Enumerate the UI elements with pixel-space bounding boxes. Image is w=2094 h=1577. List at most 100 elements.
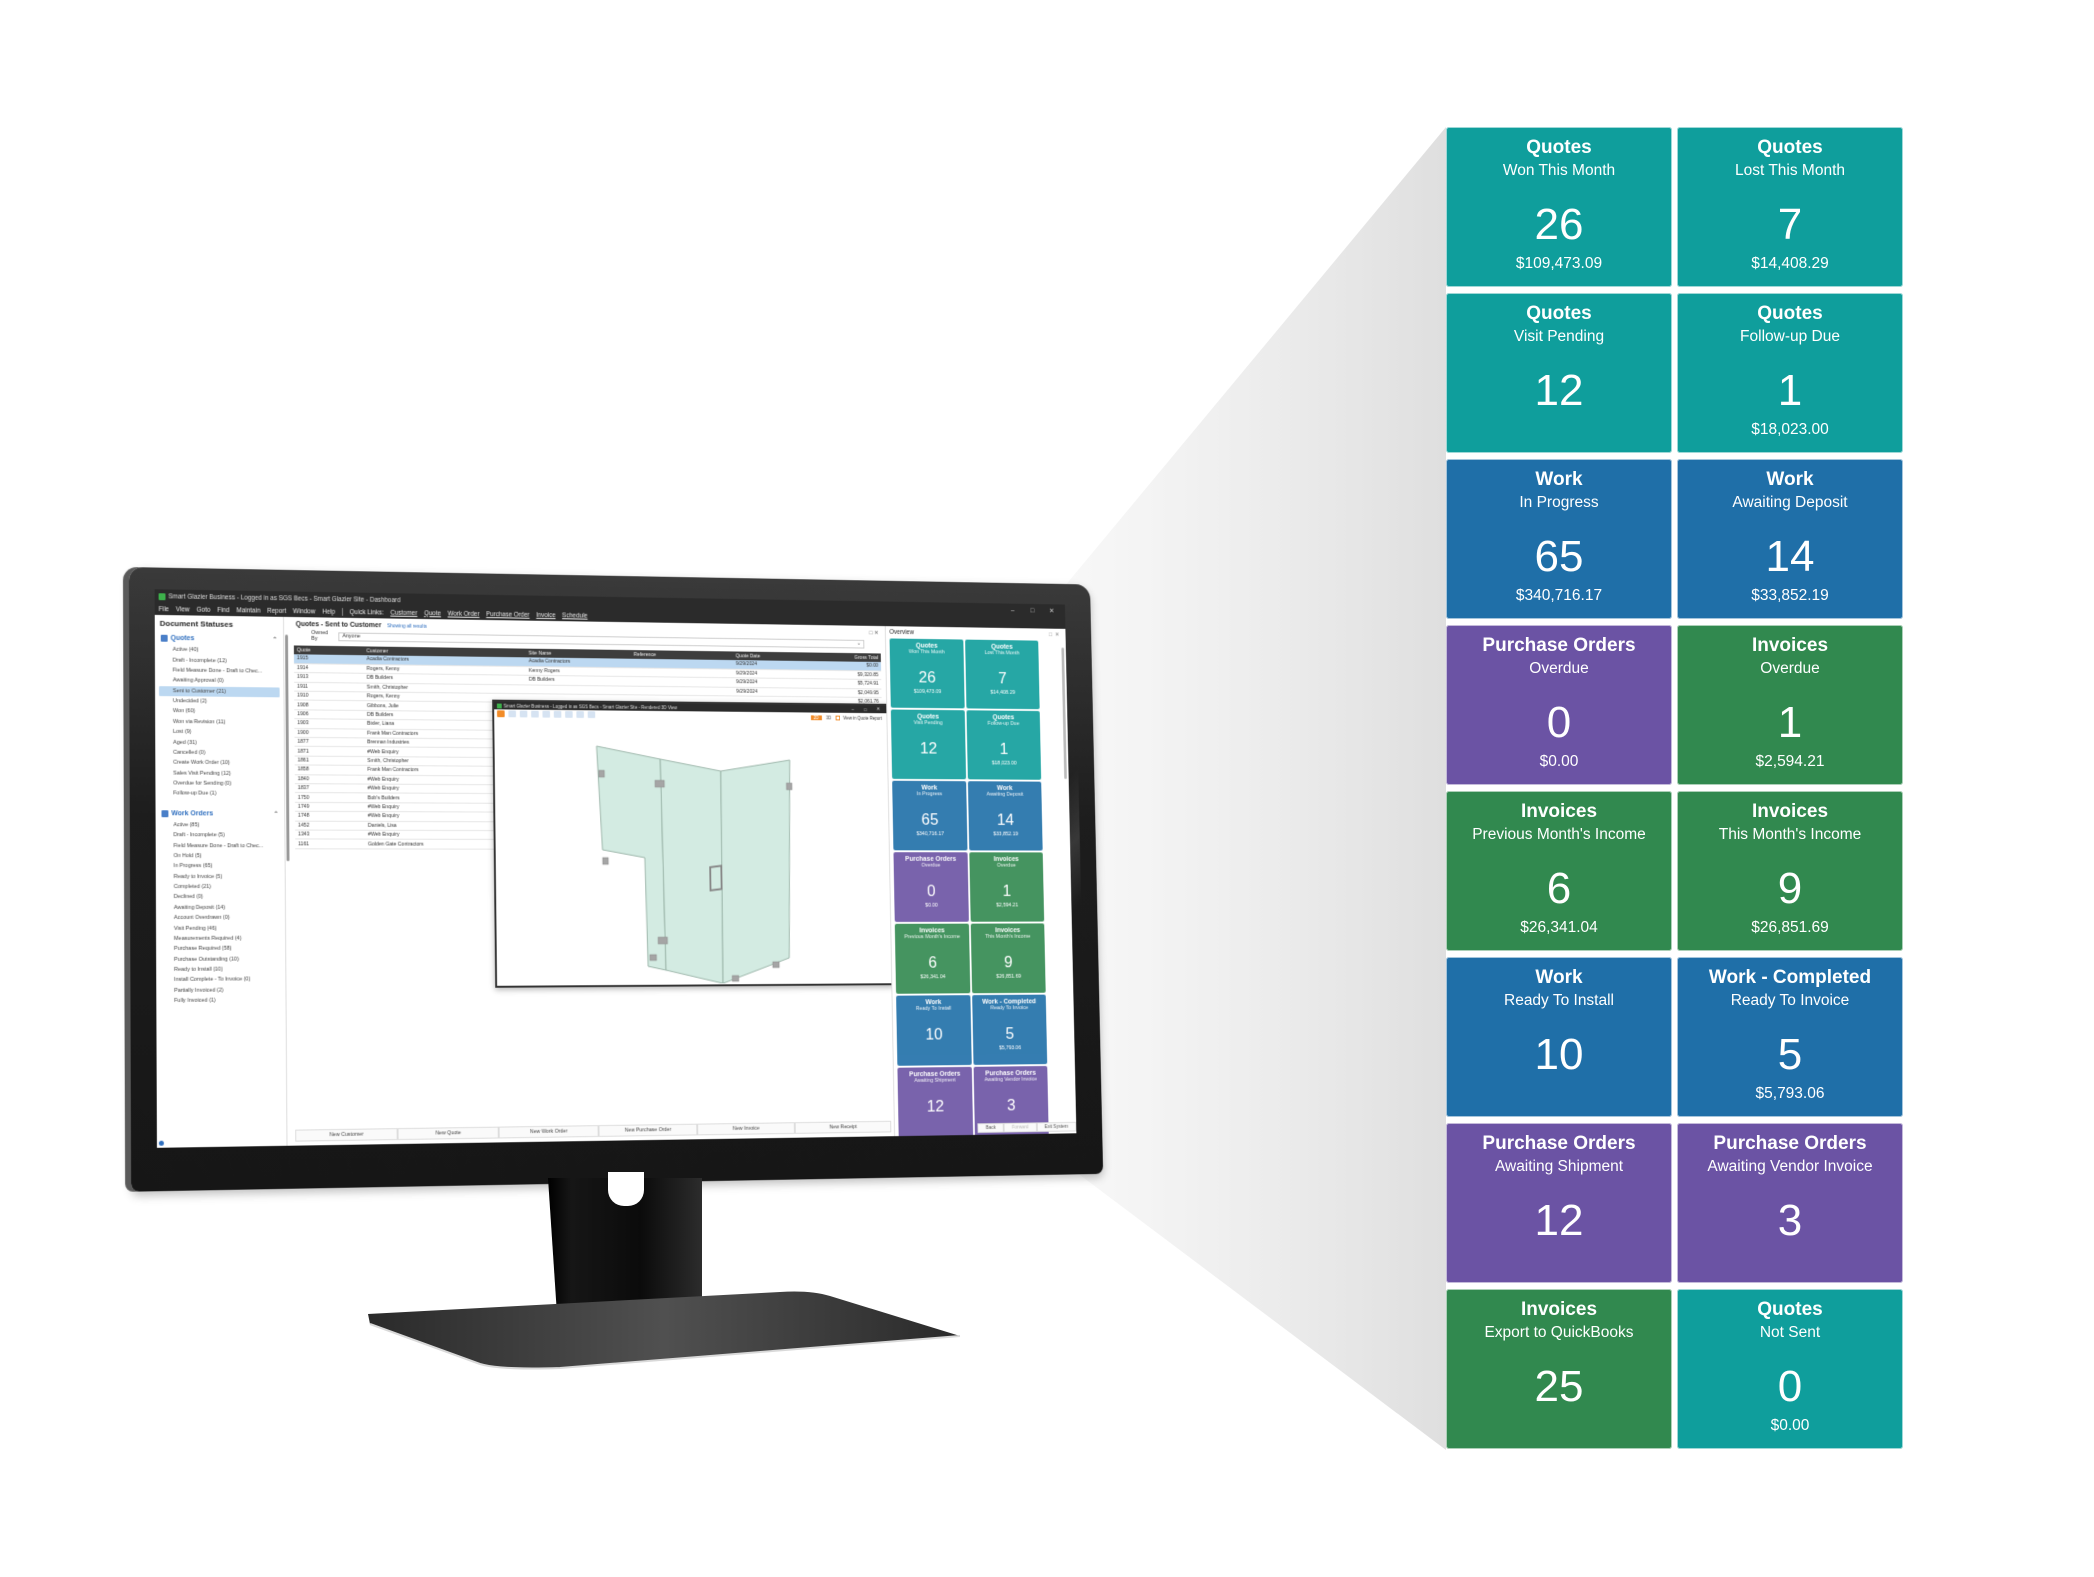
status-item[interactable]: Awaiting Approval (0) <box>155 675 283 687</box>
quick-link-work-order[interactable]: Work Order <box>448 610 480 617</box>
save-icon[interactable] <box>565 711 573 718</box>
menu-find[interactable]: Find <box>217 607 229 614</box>
menu-file[interactable]: File <box>159 606 169 613</box>
mini-tile-invoices-overdue[interactable]: Invoices Overdue 1 $2,594.21 <box>969 852 1045 922</box>
statuses-scrollbar[interactable] <box>285 634 290 862</box>
quick-link-customer[interactable]: Customer <box>390 609 417 616</box>
menu-help[interactable]: Help <box>322 608 335 615</box>
tile-purchase-orders-overdue[interactable]: Purchase Orders Overdue 0 $0.00 <box>1446 625 1672 785</box>
status-item[interactable]: Declined (0) <box>156 892 285 902</box>
tile-quotes-won-this-month[interactable]: Quotes Won This Month 26 $109,473.09 <box>1446 127 1672 287</box>
tile-quotes-not-sent[interactable]: Quotes Not Sent 0 $0.00 <box>1677 1289 1903 1449</box>
zoom-in-icon[interactable] <box>519 710 528 718</box>
tile-invoices-previous-month-s-income[interactable]: Invoices Previous Month's Income 6 $26,341.… <box>1446 791 1672 951</box>
menu-report[interactable]: Report <box>267 607 286 614</box>
settings-icon[interactable] <box>587 711 596 719</box>
mini-tile-work-awaiting-deposit[interactable]: Work Awaiting Deposit 14 $33,852.19 <box>967 781 1043 851</box>
mini-tile-invoices-previous-month-s-income[interactable]: Invoices Previous Month's Income 6 $26,341.… <box>894 923 971 994</box>
mini-tile-work-completed-ready-to-invoice[interactable]: Work - Completed Ready To Invoice 5 $5,793.… <box>972 994 1048 1065</box>
status-item[interactable]: Awaiting Deposit (14) <box>156 902 285 913</box>
tile-work-completed-ready-to-invoice[interactable]: Work - Completed Ready To Invoice 5 $5,793.… <box>1677 957 1903 1117</box>
chevron-up-icon[interactable]: ⌃ <box>274 810 279 817</box>
maximize-button[interactable]: □ <box>1022 607 1042 614</box>
menu-view[interactable]: View <box>176 606 190 613</box>
status-item[interactable]: Follow-up Due (1) <box>155 789 284 800</box>
tile-invoices-export-to-quickbooks[interactable]: Invoices Export to QuickBooks 25 <box>1446 1289 1672 1449</box>
tile-quotes-lost-this-month[interactable]: Quotes Lost This Month 7 $14,408.29 <box>1677 127 1903 287</box>
menu-goto[interactable]: Goto <box>196 606 210 613</box>
undo-icon[interactable] <box>542 710 551 718</box>
new-purchase-order-button[interactable]: New Purchase Order <box>598 1123 698 1137</box>
overview-panel-controls-icon[interactable]: □✕ <box>1049 631 1062 638</box>
mini-tile-quotes-won-this-month[interactable]: Quotes Won This Month 26 $109,473.09 <box>889 638 965 709</box>
status-item[interactable]: On Hold (5) <box>156 851 285 861</box>
tile-count: 0 <box>926 881 936 900</box>
rotate-tool-icon[interactable] <box>497 710 505 718</box>
status-item[interactable]: Purchase Required (58) <box>156 944 285 955</box>
zoom-out-icon[interactable] <box>531 710 539 718</box>
status-item[interactable]: Visit Pending (46) <box>156 923 285 934</box>
minimize-button[interactable]: – <box>1003 607 1023 614</box>
panel-controls-icon[interactable]: □ ✕ <box>869 630 878 637</box>
tile-work-awaiting-deposit[interactable]: Work Awaiting Deposit 14 $33,852.19 <box>1677 459 1903 619</box>
tile-work-ready-to-install[interactable]: Work Ready To Install 10 <box>1446 957 1672 1117</box>
status-item[interactable]: Ready to Invoice (5) <box>156 872 285 882</box>
tile-purchase-orders-awaiting-shipment[interactable]: Purchase Orders Awaiting Shipment 12 <box>1446 1123 1672 1283</box>
view-3d-button[interactable]: 3D <box>824 716 833 721</box>
status-item[interactable]: Fully Invoiced (1) <box>156 995 285 1006</box>
status-item[interactable]: Active (85) <box>156 820 285 831</box>
status-item[interactable]: Account Overdrawn (0) <box>156 913 285 924</box>
back-button[interactable]: Back <box>977 1122 1004 1133</box>
tile-quotes-visit-pending[interactable]: Quotes Visit Pending 12 <box>1446 293 1672 453</box>
pan-tool-icon[interactable] <box>508 710 517 718</box>
status-item[interactable]: Draft - Incomplete (5) <box>156 830 285 841</box>
mini-tile-work-ready-to-install[interactable]: Work Ready To Install 10 <box>896 995 972 1066</box>
mini-tile-work-in-progress[interactable]: Work In Progress 65 $340,716.17 <box>892 780 968 851</box>
view-2d-button[interactable]: 2D <box>810 715 822 721</box>
forward-button[interactable]: Forward <box>1003 1122 1037 1133</box>
status-item[interactable]: Sales Visit Pending (12) <box>155 768 284 779</box>
quick-link-purchase-order[interactable]: Purchase Order <box>486 611 529 618</box>
quick-link-invoice[interactable]: Invoice <box>536 612 555 619</box>
status-item[interactable]: Completed (21) <box>156 882 285 892</box>
showing-all-results-link[interactable]: Showing all results <box>387 623 427 629</box>
status-item[interactable]: Measurements Required (4) <box>156 933 285 944</box>
mini-tile-purchase-orders-overdue[interactable]: Purchase Orders Overdue 0 $0.00 <box>893 852 969 922</box>
quick-link-schedule[interactable]: Schedule <box>562 612 588 619</box>
tile-quotes-follow-up-due[interactable]: Quotes Follow-up Due 1 $18,023.00 <box>1677 293 1903 453</box>
exit-system-button[interactable]: Exit System <box>1036 1121 1077 1133</box>
popup-minimize-button[interactable]: – <box>846 707 859 712</box>
tile-count: 7 <box>998 669 1007 688</box>
status-item[interactable]: In Progress (65) <box>156 861 285 871</box>
new-invoice-button[interactable]: New Invoice <box>697 1122 795 1136</box>
mini-tile-quotes-lost-this-month[interactable]: Quotes Lost This Month 7 $14,408.29 <box>965 639 1040 710</box>
mini-tile-invoices-this-month-s-income[interactable]: Invoices This Month's Income 9 $26,851.69 <box>970 923 1046 994</box>
close-button[interactable]: ✕ <box>1042 607 1062 615</box>
tile-purchase-orders-awaiting-vendor-invoice[interactable]: Purchase Orders Awaiting Vendor Invoice 3 <box>1677 1123 1903 1283</box>
mini-tile-quotes-follow-up-due[interactable]: Quotes Follow-up Due 1 $18,023.00 <box>966 710 1042 780</box>
view-in-report-checkbox[interactable] <box>835 715 841 721</box>
status-item[interactable]: Field Measure Done - Draft to Chec... <box>156 840 285 851</box>
new-quote-button[interactable]: New Quote <box>397 1126 499 1141</box>
chevron-up-icon[interactable]: ⌃ <box>272 636 277 643</box>
status-item[interactable]: Ready to Install (10) <box>156 964 285 975</box>
tile-count: 25 <box>1534 1362 1584 1411</box>
mini-tile-purchase-orders-awaiting-shipment[interactable]: Purchase Orders Awaiting Shipment 12 <box>897 1066 974 1139</box>
fit-view-icon[interactable] <box>553 710 562 718</box>
quick-link-quote[interactable]: Quote <box>424 610 441 617</box>
tile-invoices-overdue[interactable]: Invoices Overdue 1 $2,594.21 <box>1677 625 1903 785</box>
menu-window[interactable]: Window <box>293 608 315 615</box>
menu-maintain[interactable]: Maintain <box>236 607 260 614</box>
new-receipt-button[interactable]: New Receipt <box>794 1120 892 1134</box>
status-group-work-orders[interactable]: Work Orders ⌃ <box>156 807 285 820</box>
status-item[interactable]: Overdue for Sending (0) <box>155 778 284 789</box>
mini-tile-quotes-visit-pending[interactable]: Quotes Visit Pending 12 <box>890 709 967 780</box>
new-work-order-button[interactable]: New Work Order <box>498 1125 599 1139</box>
tile-invoices-this-month-s-income[interactable]: Invoices This Month's Income 9 $26,851.69 <box>1677 791 1903 951</box>
popup-maximize-button[interactable]: □ <box>859 707 872 712</box>
status-item[interactable]: Purchase Outstanding (10) <box>156 954 285 965</box>
camera-icon[interactable] <box>576 711 584 718</box>
popup-close-button[interactable]: ✕ <box>872 706 885 712</box>
tile-work-in-progress[interactable]: Work In Progress 65 $340,716.17 <box>1446 459 1672 619</box>
new-customer-button[interactable]: New Customer <box>295 1128 398 1142</box>
